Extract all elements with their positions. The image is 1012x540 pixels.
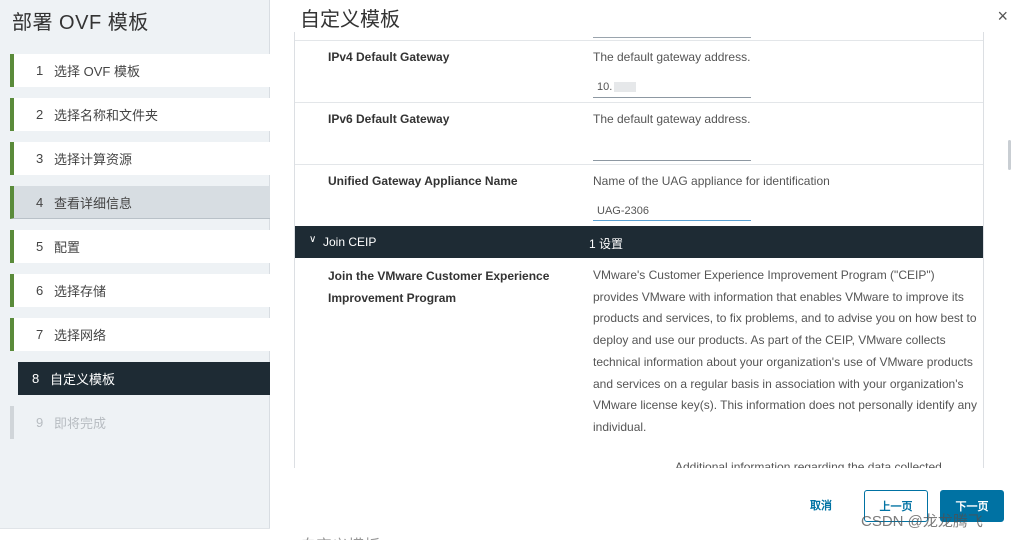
wizard-title: 部署 OVF 模板 bbox=[12, 12, 149, 34]
uag-name-desc: Name of the UAG appliance for identifica… bbox=[593, 174, 830, 188]
step-label: 选择名称和文件夹 bbox=[54, 108, 159, 123]
step-3[interactable]: 3 选择计算资源 bbox=[10, 142, 270, 175]
ipv6-gateway-input[interactable] bbox=[593, 141, 751, 161]
ceip-more-info: Additional information regarding the dat… bbox=[675, 460, 942, 468]
step-label: 查看详细信息 bbox=[54, 195, 133, 211]
step-1[interactable]: 1 选择 OVF 模板 bbox=[10, 54, 270, 87]
next-page-title-peek: 自定义模板 bbox=[300, 532, 380, 540]
close-icon[interactable]: × bbox=[997, 6, 1008, 27]
ceip-label: Join the VMware Customer Experience Impr… bbox=[328, 269, 550, 305]
step-label: 选择存储 bbox=[54, 284, 107, 299]
step-6[interactable]: 6 选择存储 bbox=[10, 274, 270, 307]
section-name: Join CEIP bbox=[323, 235, 377, 249]
next-button[interactable]: 下一页 bbox=[940, 490, 1004, 522]
ipv4-gateway-row: IPv4 Default Gateway The default gateway… bbox=[295, 40, 983, 102]
main-panel: 自定义模板 × IPv4 Default Gateway The default… bbox=[270, 0, 1012, 540]
step-label: 自定义模板 bbox=[50, 372, 116, 387]
template-properties-scroll[interactable]: IPv4 Default Gateway The default gateway… bbox=[294, 32, 984, 468]
uag-name-row: Unified Gateway Appliance Name Name of t… bbox=[295, 164, 983, 226]
chevron-down-icon: ∨ bbox=[309, 234, 317, 245]
step-label: 选择 OVF 模板 bbox=[54, 64, 140, 79]
section-settings-count: 1 设置 bbox=[589, 237, 624, 251]
cancel-button[interactable]: 取消 bbox=[810, 497, 832, 513]
ipv4-gateway-input[interactable]: 10. bbox=[593, 78, 751, 98]
step-label: 选择计算资源 bbox=[54, 152, 133, 167]
ipv6-gateway-desc: The default gateway address. bbox=[593, 112, 751, 126]
scrollbar-thumb[interactable] bbox=[1008, 140, 1011, 170]
wizard-sidebar: 部署 OVF 模板 1 选择 OVF 模板 2 选择名称和文件夹 3 选择计算资源 4… bbox=[0, 0, 270, 540]
uag-name-label: Unified Gateway Appliance Name bbox=[328, 174, 518, 188]
wizard-steps: 1 选择 OVF 模板 2 选择名称和文件夹 3 选择计算资源 4 查看详细信息 5 配置… bbox=[10, 54, 270, 450]
step-5[interactable]: 5 配置 bbox=[10, 230, 270, 263]
redacted-blur bbox=[614, 82, 637, 93]
step-7[interactable]: 7 选择网络 bbox=[10, 318, 270, 351]
ipv6-gateway-row: IPv6 Default Gateway The default gateway… bbox=[295, 102, 983, 164]
ipv6-gateway-label: IPv6 Default Gateway bbox=[328, 112, 450, 126]
step-label: 选择网络 bbox=[54, 328, 107, 343]
previous-field-underline bbox=[593, 32, 751, 38]
back-button[interactable]: 上一页 bbox=[864, 490, 928, 522]
step-label: 配置 bbox=[54, 240, 81, 255]
step-9-disabled: 9 即将完成 bbox=[10, 406, 270, 439]
sidebar-bottom-strip bbox=[0, 528, 270, 540]
step-label: 即将完成 bbox=[54, 416, 107, 431]
uag-name-input[interactable] bbox=[593, 201, 751, 221]
ipv4-gateway-label: IPv4 Default Gateway bbox=[328, 50, 450, 64]
step-8-current[interactable]: 8 自定义模板 bbox=[18, 362, 270, 395]
ceip-description: VMware's Customer Experience Improvement… bbox=[593, 268, 977, 434]
step-2[interactable]: 2 选择名称和文件夹 bbox=[10, 98, 270, 131]
step-4[interactable]: 4 查看详细信息 bbox=[10, 186, 270, 219]
ipv4-gateway-desc: The default gateway address. bbox=[593, 50, 751, 64]
join-ceip-section-header[interactable]: ∨ Join CEIP 1 设置 bbox=[295, 226, 983, 258]
page-title: 自定义模板 bbox=[300, 9, 400, 31]
